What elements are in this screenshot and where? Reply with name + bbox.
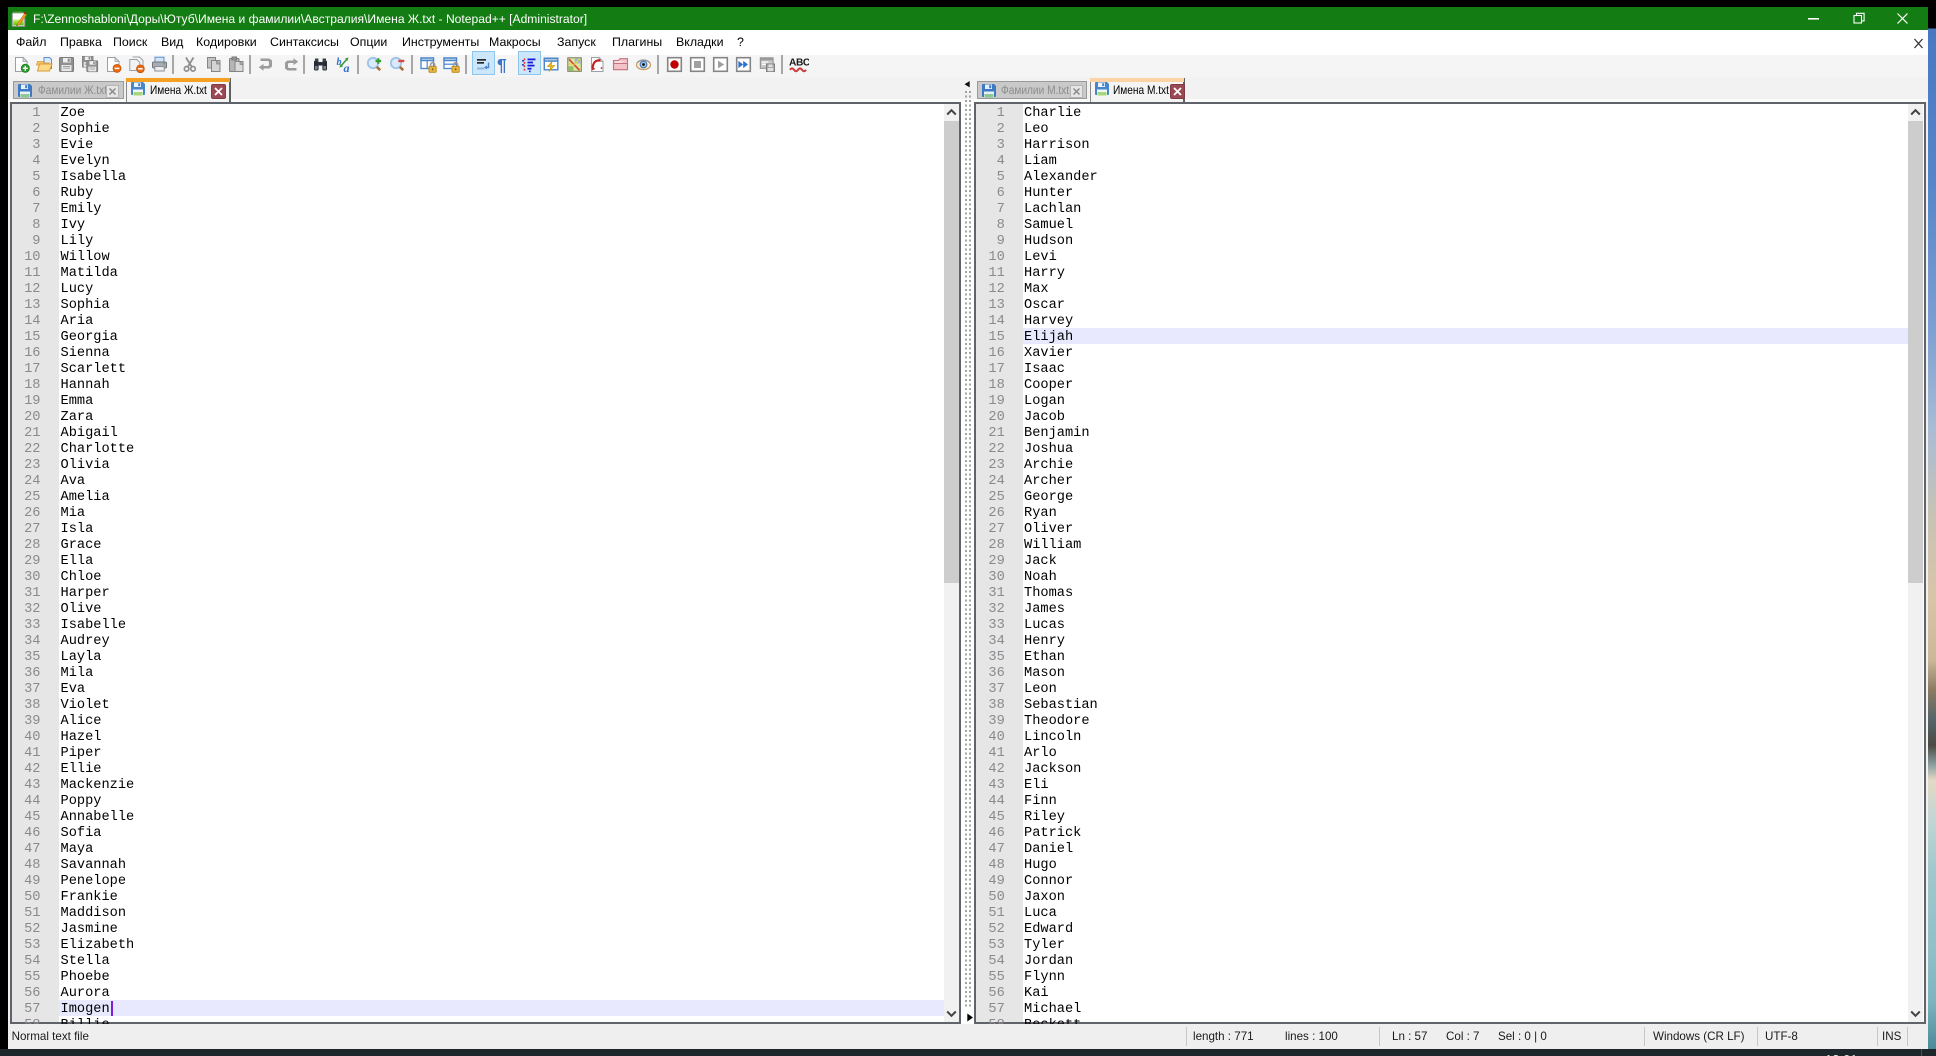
svg-text:¶: ¶ — [497, 56, 507, 73]
svg-text:ABC: ABC — [789, 58, 809, 69]
